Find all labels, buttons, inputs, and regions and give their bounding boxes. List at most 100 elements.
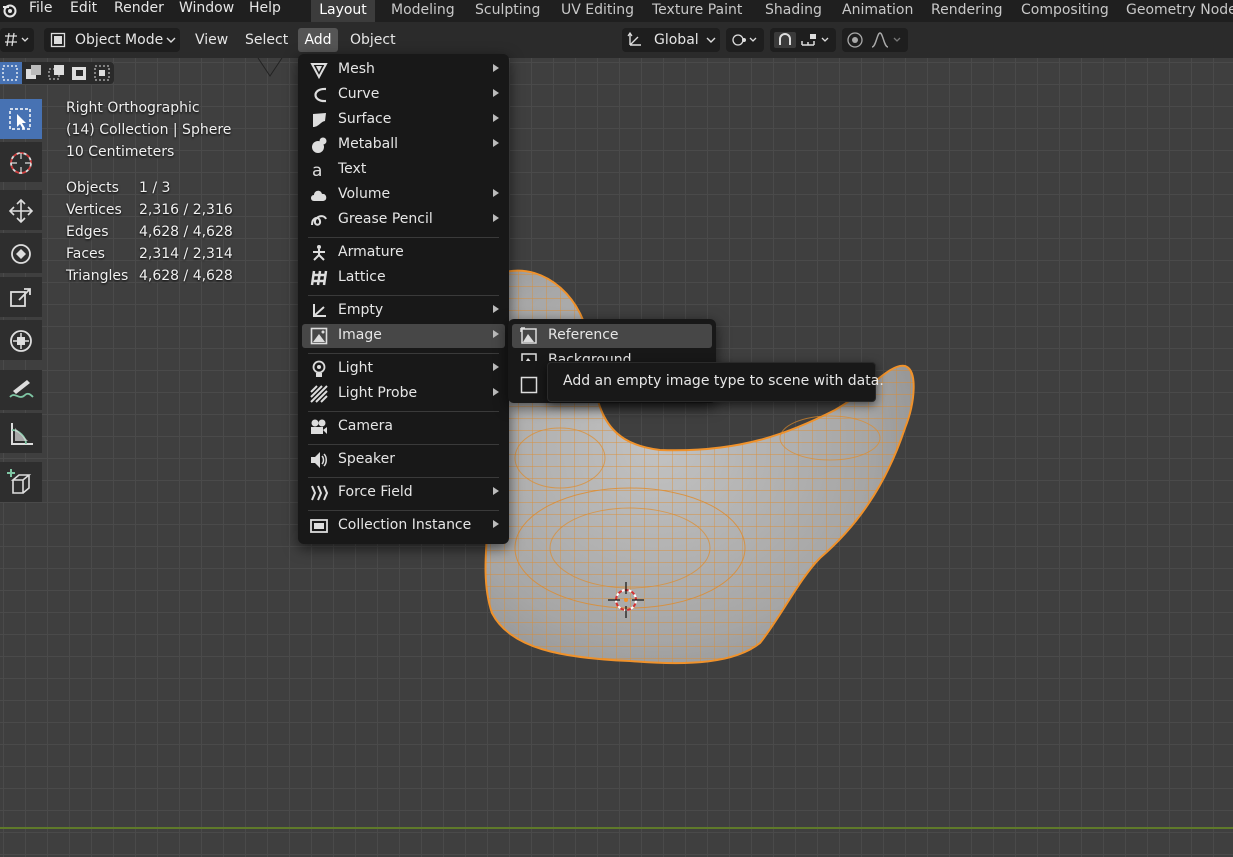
tab-animation[interactable]: Animation: [842, 0, 913, 22]
blender-logo-icon[interactable]: [2, 2, 18, 18]
tab-modeling[interactable]: Modeling: [391, 0, 455, 22]
image-background-icon: [521, 353, 537, 361]
menu-item-grease-pencil[interactable]: Grease Pencil: [302, 208, 505, 232]
stat-value-vertices: 2,316 / 2,316: [139, 202, 233, 218]
menu-item-metaball[interactable]: Metaball: [302, 133, 505, 157]
submenu-item-reference[interactable]: Reference: [512, 324, 712, 348]
menu-item-collection-instance[interactable]: Collection Instance: [302, 514, 505, 538]
move-icon: [8, 198, 34, 224]
tab-sculpting[interactable]: Sculpting: [475, 0, 540, 22]
tool-rotate[interactable]: [0, 233, 42, 273]
pivot-point-dropdown[interactable]: [726, 28, 764, 52]
light-probe-icon: [310, 385, 328, 403]
menu-item-speaker[interactable]: Speaker: [302, 448, 505, 472]
menu-item-light-probe[interactable]: Light Probe: [302, 382, 505, 406]
select-box-icon: [9, 108, 31, 130]
tool-cursor[interactable]: [0, 142, 42, 182]
tab-compositing[interactable]: Compositing: [1021, 0, 1109, 22]
tool-transform[interactable]: [0, 320, 42, 360]
tool-annotate[interactable]: [0, 370, 42, 410]
proportional-editing-controls[interactable]: [842, 28, 908, 52]
snapping-controls[interactable]: [770, 28, 836, 52]
proportional-edit-icon[interactable]: [846, 31, 866, 49]
tab-rendering[interactable]: Rendering: [931, 0, 1003, 22]
menu-render[interactable]: Render: [114, 0, 164, 22]
measure-icon: [11, 423, 33, 445]
menu-item-empty[interactable]: Empty: [302, 299, 505, 323]
camera-icon: [311, 419, 327, 434]
snap-magnet-icon[interactable]: [774, 32, 798, 48]
submenu-arrow-icon: [493, 114, 499, 122]
menu-object[interactable]: Object: [350, 28, 396, 52]
menu-item-armature[interactable]: Armature: [302, 241, 505, 265]
submenu-item-background[interactable]: Background: [512, 349, 712, 361]
mode-dropdown[interactable]: Object Mode: [44, 28, 180, 52]
snap-increment-icon[interactable]: [800, 32, 834, 48]
submenu-arrow-icon: [493, 520, 499, 528]
menu-separator: [308, 477, 499, 478]
collection-instance-icon: [310, 519, 328, 533]
menu-add[interactable]: Add: [298, 28, 338, 52]
text-icon: a: [312, 161, 322, 179]
collection-info: (14) Collection | Sphere: [66, 122, 232, 138]
force-field-icon: [311, 485, 328, 501]
select-intersect-icon[interactable]: [92, 62, 114, 84]
submenu-arrow-icon: [493, 89, 499, 97]
submenu-arrow-icon: [493, 363, 499, 371]
menu-item-image[interactable]: Image: [302, 324, 505, 348]
menu-separator: [308, 444, 499, 445]
tool-select-box[interactable]: [0, 99, 42, 139]
curve-icon: [314, 87, 327, 103]
volume-icon: [311, 190, 327, 201]
menu-separator: [308, 353, 499, 354]
grease-pencil-icon: [311, 215, 327, 226]
menu-item-surface[interactable]: Surface: [302, 108, 505, 132]
tool-scale[interactable]: [0, 277, 42, 317]
menu-window[interactable]: Window: [179, 0, 234, 22]
select-subtract-icon[interactable]: [46, 62, 68, 84]
menu-separator: [308, 510, 499, 511]
menu-select[interactable]: Select: [245, 28, 288, 52]
image-reference-icon: [520, 327, 537, 344]
tab-texture-paint[interactable]: Texture Paint: [652, 0, 742, 22]
menu-item-camera[interactable]: Camera: [302, 415, 505, 439]
menu-item-curve[interactable]: Curve: [302, 83, 505, 107]
sphere-mesh[interactable]: [0, 58, 1233, 857]
add-menu: Mesh Curve Surface Metaball a Text Volum…: [298, 54, 509, 544]
3d-viewport[interactable]: [0, 58, 1233, 857]
select-new-icon[interactable]: [0, 62, 22, 84]
menu-item-mesh[interactable]: Mesh: [302, 58, 505, 82]
tool-add-cube[interactable]: [0, 462, 42, 502]
menu-help[interactable]: Help: [249, 0, 281, 22]
menu-separator: [308, 411, 499, 412]
speaker-icon: [311, 452, 327, 468]
tooltip: Add an empty image type to scene with da…: [547, 362, 884, 402]
menu-item-volume[interactable]: Volume: [302, 183, 505, 207]
select-extend-icon[interactable]: [23, 62, 45, 84]
falloff-curve-icon[interactable]: [870, 31, 906, 49]
menu-item-light[interactable]: Light: [302, 357, 505, 381]
lattice-icon: [310, 270, 328, 286]
stat-label-faces: Faces: [66, 246, 105, 262]
rotate-icon: [11, 244, 31, 264]
tab-geometry-nodes[interactable]: Geometry Nodes: [1126, 0, 1233, 22]
tool-move[interactable]: [0, 190, 42, 230]
menu-file[interactable]: File: [29, 0, 52, 22]
tool-measure[interactable]: [0, 413, 42, 453]
tab-shading[interactable]: Shading: [765, 0, 822, 22]
transform-orientation-dropdown[interactable]: Global: [622, 28, 720, 52]
tab-uv-editing[interactable]: UV Editing: [561, 0, 634, 22]
menu-item-text[interactable]: a Text: [302, 158, 505, 182]
chevron-down-icon: [706, 37, 716, 43]
tab-layout[interactable]: Layout: [311, 0, 375, 22]
select-difference-icon[interactable]: [69, 62, 91, 84]
menu-item-lattice[interactable]: Lattice: [302, 266, 505, 290]
light-icon: [312, 360, 326, 377]
menu-edit[interactable]: Edit: [70, 0, 97, 22]
editor-type-button[interactable]: [0, 28, 34, 52]
mode-label: Object Mode: [75, 32, 164, 48]
submenu-arrow-icon: [493, 64, 499, 72]
add-cube-icon: [7, 469, 32, 494]
menu-view[interactable]: View: [195, 28, 228, 52]
menu-item-force-field[interactable]: Force Field: [302, 481, 505, 505]
